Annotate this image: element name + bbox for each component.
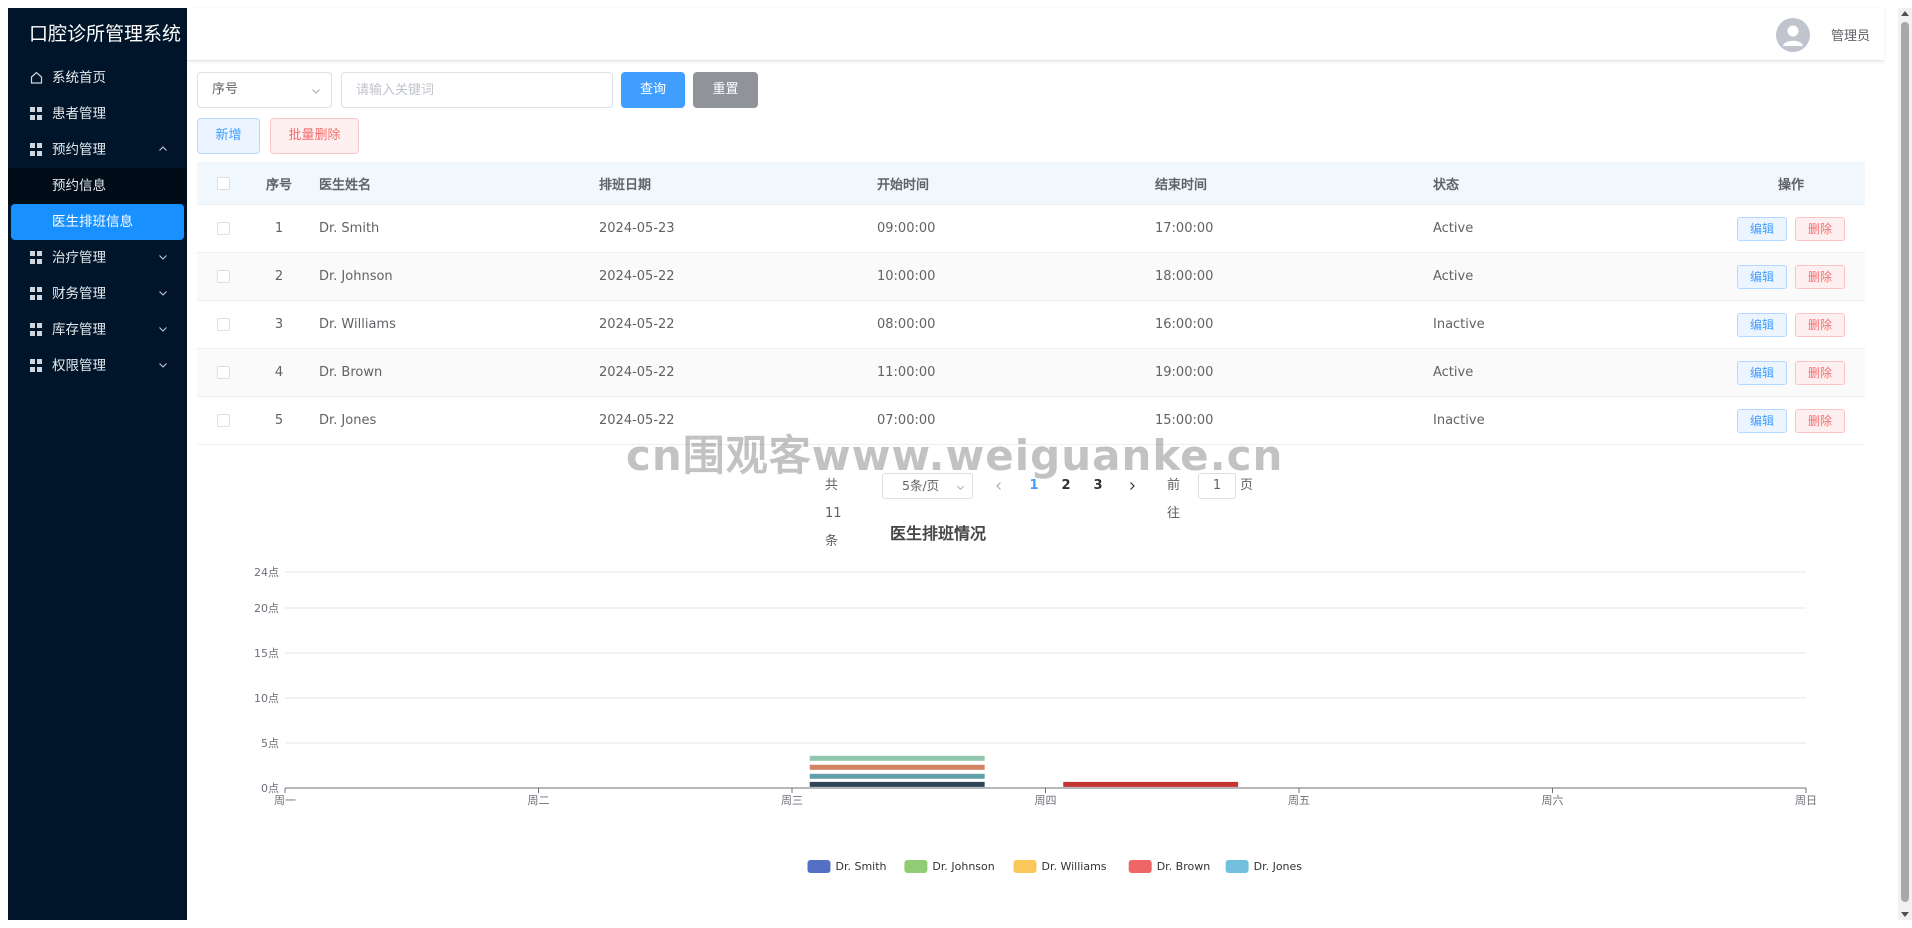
y-tick-label: 15点: [254, 647, 279, 660]
x-tick-label: 周三: [781, 794, 803, 807]
legend-swatch[interactable]: [1128, 860, 1152, 873]
x-tick-label: 周日: [1795, 794, 1817, 807]
chart-bar[interactable]: [809, 755, 985, 761]
x-tick-label: 周四: [1035, 794, 1057, 807]
scrollbar[interactable]: [1898, 8, 1912, 920]
legend-swatch[interactable]: [1013, 860, 1037, 873]
chart-bar[interactable]: [809, 764, 985, 770]
legend-swatch[interactable]: [1225, 860, 1249, 873]
chart-bar[interactable]: [1063, 781, 1239, 787]
legend-label[interactable]: Dr. Johnson: [932, 860, 994, 873]
legend-label[interactable]: Dr. Jones: [1254, 860, 1303, 873]
scroll-thumb[interactable]: [1901, 22, 1909, 902]
legend-label[interactable]: Dr. Williams: [1042, 860, 1107, 873]
legend-label[interactable]: Dr. Brown: [1157, 860, 1211, 873]
scroll-up-icon[interactable]: [1901, 11, 1909, 16]
x-tick-label: 周六: [1542, 794, 1564, 807]
chart-bar[interactable]: [809, 781, 985, 787]
legend-swatch[interactable]: [807, 860, 831, 873]
watermark: cn围观客www.weiguanke.cn: [626, 431, 1284, 480]
x-tick-label: 周五: [1288, 794, 1310, 807]
y-tick-label: 24点: [254, 566, 279, 579]
scroll-down-icon[interactable]: [1901, 912, 1909, 917]
x-tick-label: 周一: [274, 794, 296, 807]
y-tick-label: 10点: [254, 692, 279, 705]
x-tick-label: 周二: [528, 794, 550, 807]
legend-swatch[interactable]: [904, 860, 928, 873]
chart-bar[interactable]: [809, 773, 985, 779]
legend-label[interactable]: Dr. Smith: [836, 860, 887, 873]
y-tick-label: 20点: [254, 602, 279, 615]
y-tick-label: 5点: [261, 737, 279, 750]
